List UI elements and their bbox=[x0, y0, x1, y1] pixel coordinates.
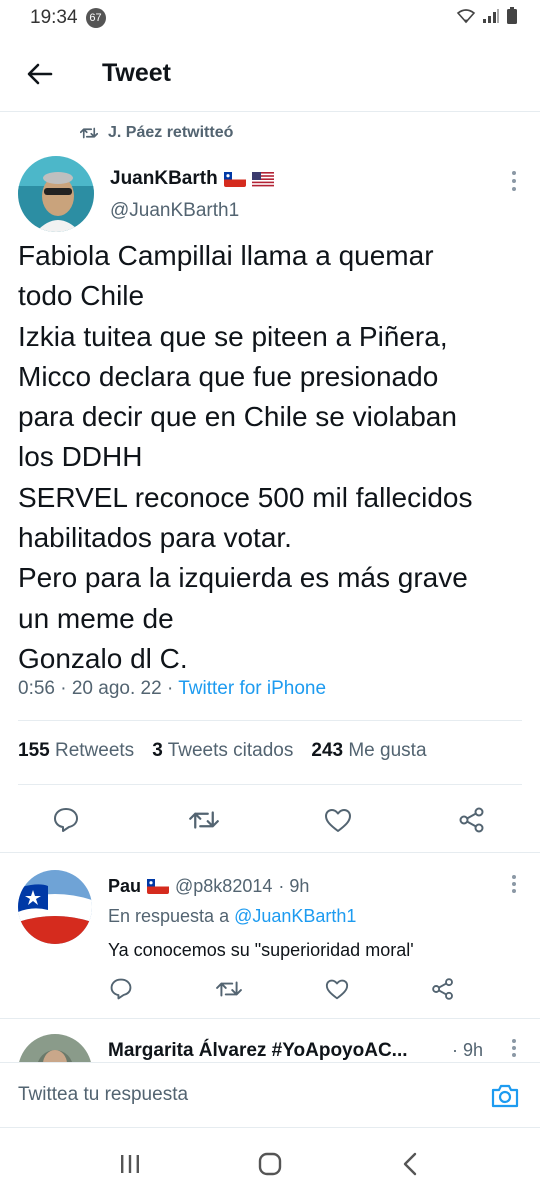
reply-reply-button[interactable] bbox=[104, 972, 138, 1006]
chevron-left-icon bbox=[403, 1152, 417, 1176]
divider bbox=[18, 784, 522, 785]
tweet-meta: 0:56 · 20 ago. 22 · Twitter for iPhone bbox=[18, 678, 326, 700]
reply-avatar[interactable] bbox=[18, 870, 92, 944]
reply-retweet-button[interactable] bbox=[212, 972, 246, 1006]
in-reply-to-prefix: En respuesta a bbox=[108, 906, 235, 926]
reply-author-handle[interactable]: @p8k82014 bbox=[175, 876, 272, 897]
tweet-source-link[interactable]: Twitter for iPhone bbox=[178, 678, 326, 699]
author-avatar[interactable] bbox=[18, 156, 94, 232]
retweets-count: 155 bbox=[18, 740, 50, 761]
quotes-label: Tweets citados bbox=[167, 740, 294, 761]
in-reply-to-mention[interactable]: @JuanKBarth1 bbox=[234, 906, 356, 926]
reply-input[interactable]: Twittea tu respuesta bbox=[18, 1084, 188, 1106]
quotes-stat[interactable]: 3 Tweets citados bbox=[152, 740, 293, 762]
reply-avatar[interactable] bbox=[18, 1034, 92, 1062]
author-handle[interactable]: @JuanKBarth1 bbox=[110, 200, 239, 222]
chile-flag-icon bbox=[223, 171, 246, 187]
reply-text: Ya conocemos su "superioridad moral' bbox=[108, 940, 414, 960]
author-name-row[interactable]: JuanKBarth bbox=[110, 168, 274, 190]
reply-more-button[interactable] bbox=[502, 1034, 526, 1062]
status-icons bbox=[456, 6, 518, 30]
reply-author-name[interactable]: Margarita Álvarez #YoApoyoAC... bbox=[108, 1040, 408, 1062]
reply-icon bbox=[54, 808, 78, 832]
back-button[interactable] bbox=[20, 54, 60, 94]
retweet-icon bbox=[189, 811, 219, 829]
retweeted-by-line[interactable]: J. Páez retwitteó bbox=[80, 124, 233, 142]
app-header: Tweet bbox=[0, 36, 540, 112]
reply-header: Pau @p8k82014 · 9h bbox=[108, 876, 309, 897]
reply-tweet[interactable]: Margarita Álvarez #YoApoyoAC... · 9h bbox=[0, 1018, 540, 1062]
camera-button[interactable] bbox=[488, 1079, 522, 1113]
divider bbox=[18, 720, 522, 721]
share-icon bbox=[432, 978, 453, 1000]
likes-count: 243 bbox=[311, 740, 344, 761]
camera-icon bbox=[491, 1084, 519, 1108]
reply-more-button[interactable] bbox=[502, 870, 526, 898]
reply-compose-bar[interactable]: Twittea tu respuesta bbox=[0, 1062, 540, 1128]
back-nav-button[interactable] bbox=[385, 1139, 435, 1189]
reply-time: · 9h bbox=[278, 876, 310, 896]
tweet-author: JuanKBarth @JuanKBarth1 bbox=[18, 156, 528, 234]
tweet-time-date: 0:56 · 20 ago. 22 · bbox=[18, 678, 179, 699]
tweet-stats: 155 Retweets 3 Tweets citados 243 Me gus… bbox=[18, 740, 427, 762]
battery-icon bbox=[506, 6, 518, 30]
home-icon bbox=[258, 1152, 282, 1176]
signal-icon bbox=[482, 8, 500, 29]
in-reply-to: En respuesta a @JuanKBarth1 bbox=[108, 906, 356, 927]
recent-apps-button[interactable] bbox=[105, 1139, 155, 1189]
tweet-text: Fabiola Campillai llama a quemar todo Ch… bbox=[18, 240, 473, 674]
notification-count-badge: 67 bbox=[85, 8, 106, 28]
retweet-icon bbox=[216, 981, 242, 997]
quotes-count: 3 bbox=[152, 740, 163, 761]
system-nav-bar bbox=[0, 1128, 540, 1200]
status-bar: 19:34 67 bbox=[0, 0, 540, 36]
retweets-stat[interactable]: 155 Retweets bbox=[18, 740, 134, 762]
share-icon bbox=[459, 807, 484, 833]
more-vertical-icon bbox=[512, 875, 516, 893]
more-vertical-icon bbox=[512, 171, 516, 191]
retweeted-by-text: J. Páez retwitteó bbox=[108, 124, 234, 141]
retweets-label: Retweets bbox=[54, 740, 135, 761]
divider bbox=[0, 852, 540, 853]
reply-header: Margarita Álvarez #YoApoyoAC... bbox=[108, 1040, 408, 1062]
reply-time: · 9h bbox=[452, 1040, 484, 1060]
tweet-more-button[interactable] bbox=[500, 166, 528, 196]
wifi-icon bbox=[456, 8, 476, 29]
heart-icon bbox=[325, 809, 351, 832]
status-time: 19:34 bbox=[30, 7, 78, 28]
reply-like-button[interactable] bbox=[320, 972, 354, 1006]
chile-flag-icon bbox=[147, 879, 170, 894]
like-button[interactable] bbox=[318, 800, 358, 840]
retweet-button[interactable] bbox=[184, 800, 224, 840]
reply-icon bbox=[110, 978, 132, 1000]
share-button[interactable] bbox=[452, 800, 492, 840]
usa-flag-icon bbox=[251, 171, 274, 187]
page-title: Tweet bbox=[102, 59, 171, 87]
heart-icon bbox=[325, 979, 349, 1000]
reply-share-button[interactable] bbox=[426, 972, 460, 1006]
author-name[interactable]: JuanKBarth bbox=[110, 168, 218, 190]
more-vertical-icon bbox=[512, 1039, 516, 1057]
home-button[interactable] bbox=[245, 1139, 295, 1189]
reply-author-name[interactable]: Pau bbox=[108, 876, 141, 897]
arrow-left-icon bbox=[27, 63, 53, 84]
likes-label: Me gusta bbox=[348, 740, 427, 761]
likes-stat[interactable]: 243 Me gusta bbox=[311, 740, 426, 762]
tweet-actions bbox=[0, 800, 540, 840]
recent-apps-icon bbox=[121, 1155, 139, 1173]
reply-button[interactable] bbox=[46, 800, 86, 840]
retweet-icon bbox=[80, 127, 98, 139]
